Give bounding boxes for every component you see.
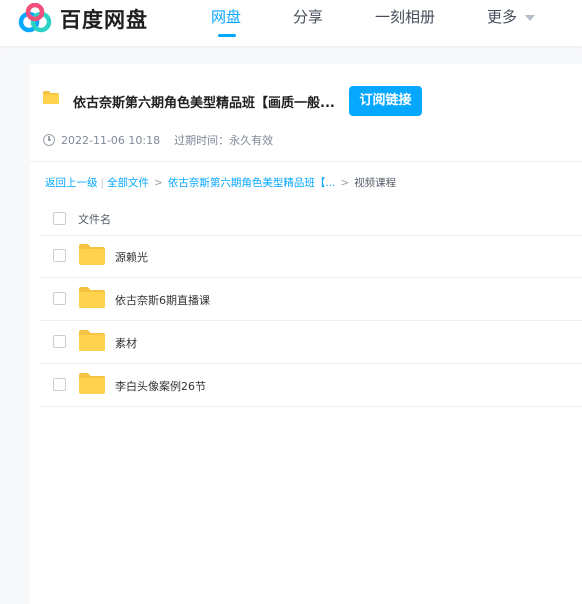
folder-icon (79, 244, 105, 265)
breadcrumb-chevron-icon: > (340, 177, 350, 189)
nav-tab-album[interactable]: 一刻相册 (375, 6, 435, 27)
clock-icon (43, 134, 55, 146)
brand-name[interactable]: 百度网盘 (60, 4, 148, 34)
expiry-label: 过期时间： (174, 134, 230, 147)
share-panel: 依古奈斯第六期角色美型精品班【画质一般... 订阅链接 2022-11-06 1… (30, 64, 582, 604)
baidu-netdisk-logo-icon[interactable] (18, 3, 52, 33)
file-row[interactable]: 依古奈斯6期直播课 (40, 278, 582, 321)
folder-icon (79, 287, 105, 308)
breadcrumb-current: 视频课程 (354, 177, 397, 189)
nav-tab-netdisk[interactable]: 网盘 (211, 6, 241, 27)
nav-more-label: 更多 (487, 8, 518, 26)
share-date: 2022-11-06 10:18 (61, 133, 161, 147)
chevron-down-icon (525, 14, 536, 21)
file-name[interactable]: 素材 (115, 335, 137, 351)
top-navigation-bar: 百度网盘 网盘 分享 一刻相册 更多 (0, 0, 582, 46)
folder-icon (79, 330, 105, 351)
breadcrumb: 返回上一级 | 全部文件 > 依古奈斯第六期角色美型精品班【... > 视频课程 (45, 175, 396, 190)
file-row[interactable]: 李白头像案例26节 (40, 364, 582, 407)
file-checkbox[interactable] (53, 378, 66, 391)
column-header-filename[interactable]: 文件名 (78, 211, 111, 227)
breadcrumb-parent-link[interactable]: 依古奈斯第六期角色美型精品班【... (168, 177, 336, 189)
share-meta: 2022-11-06 10:18 过期时间： 永久有效 (43, 132, 273, 148)
nav-tab-share[interactable]: 分享 (293, 6, 323, 27)
breadcrumb-chevron-icon: > (154, 177, 163, 189)
share-title: 依古奈斯第六期角色美型精品班【画质一般... (73, 96, 335, 111)
nav-tab-more[interactable]: 更多 (487, 6, 536, 27)
file-name[interactable]: 依古奈斯6期直播课 (115, 292, 210, 308)
file-checkbox[interactable] (53, 292, 66, 305)
file-checkbox[interactable] (53, 335, 66, 348)
file-row[interactable]: 源赖光 (40, 235, 582, 278)
file-row[interactable]: 素材 (40, 321, 582, 364)
breadcrumb-separator: | (100, 177, 105, 189)
folder-icon (43, 91, 59, 104)
subscribe-link-button[interactable]: 订阅链接 (349, 86, 422, 116)
nav-active-indicator (218, 34, 236, 37)
file-name[interactable]: 源赖光 (115, 249, 148, 265)
breadcrumb-all-files-link[interactable]: 全部文件 (107, 177, 149, 189)
expiry-value: 永久有效 (229, 134, 274, 147)
folder-icon (79, 373, 105, 394)
file-name[interactable]: 李白头像案例26节 (115, 378, 206, 394)
file-checkbox[interactable] (53, 249, 66, 262)
header-divider (30, 161, 582, 162)
select-all-checkbox[interactable] (53, 212, 66, 225)
breadcrumb-back-link[interactable]: 返回上一级 (45, 177, 98, 189)
